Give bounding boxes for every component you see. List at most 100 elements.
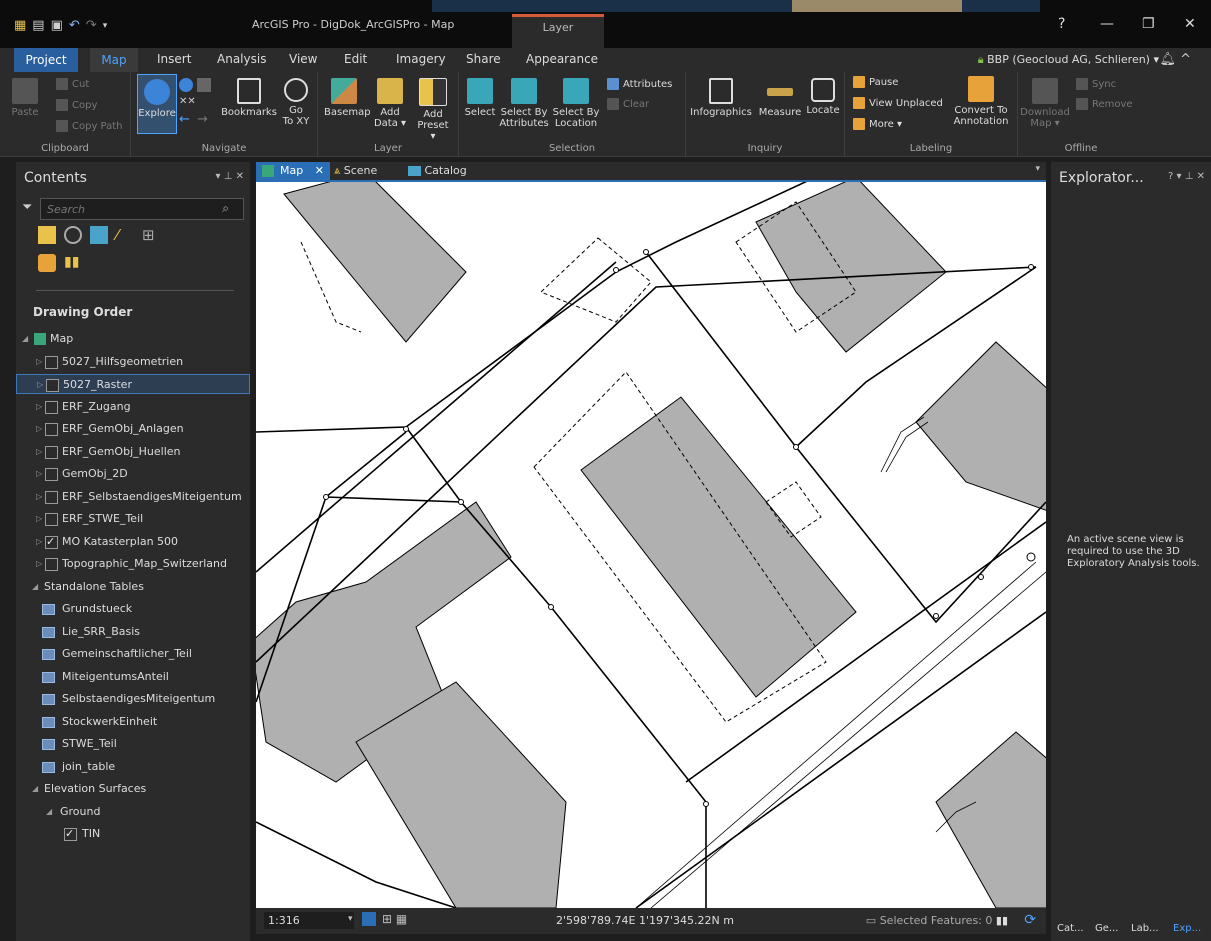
navigator-icon[interactable] — [362, 912, 376, 926]
measure-button[interactable]: Measure — [756, 78, 804, 118]
user-account[interactable]: 🔒︎ BBP (Geocloud AG, Schlieren) ▾ — [978, 53, 1159, 67]
boundary-point[interactable] — [793, 444, 799, 450]
table-item[interactable]: MiteigentumsAnteil — [16, 667, 250, 687]
map-node[interactable]: ◢ Map — [16, 329, 250, 349]
tab-insert[interactable]: Insert — [157, 52, 191, 66]
layer-visibility-checkbox[interactable] — [45, 400, 58, 414]
expand-icon[interactable]: ▷ — [37, 375, 43, 395]
map-canvas[interactable] — [256, 182, 1046, 908]
add-preset-button[interactable]: Add Preset ▾ — [414, 78, 452, 142]
building[interactable] — [915, 341, 1046, 512]
standalone-tables-node[interactable]: ◢ Standalone Tables — [16, 577, 250, 597]
full-extent-icon[interactable] — [179, 78, 193, 92]
help-button[interactable]: ? — [1058, 16, 1065, 32]
layer-item[interactable]: ▷ 5027_Hilfsgeometrien — [16, 352, 250, 372]
boundary-point[interactable] — [323, 494, 329, 500]
next-extent-icon[interactable]: → — [197, 112, 208, 127]
tab-labeling-pane[interactable]: Lab... — [1131, 923, 1159, 934]
explore-button[interactable]: Explore — [137, 74, 177, 134]
building[interactable] — [935, 731, 1046, 908]
layer-visibility-checkbox[interactable] — [45, 532, 58, 552]
layer-item[interactable]: ▷ ERF_SelbstaendigesMiteigentum — [16, 487, 250, 507]
tab-project[interactable]: Project — [14, 48, 78, 72]
layer-item[interactable]: ▷ Topographic_Map_Switzerland — [16, 554, 250, 574]
table-item[interactable]: SelbstaendigesMiteigentum — [16, 689, 250, 709]
convert-to-annotation-button[interactable]: Convert To Annotation — [951, 76, 1011, 127]
table-item[interactable]: Lie_SRR_Basis — [16, 622, 250, 642]
download-map-button[interactable]: Download Map ▾ — [1020, 78, 1070, 129]
sync-button[interactable]: Sync — [1076, 78, 1116, 90]
go-to-xy-button[interactable]: Go To XY — [281, 78, 311, 127]
layer-item[interactable]: ▷ ERF_GemObj_Huellen — [16, 442, 250, 462]
basemap-button[interactable]: Basemap — [324, 78, 371, 118]
layer-item[interactable]: ▷ MO Katasterplan 500 — [16, 532, 250, 552]
filter-icon[interactable]: ⏷ — [22, 200, 32, 215]
zoom-in-out-icon[interactable]: ✕✕ — [179, 96, 196, 107]
list-by-drawing-order-icon[interactable] — [38, 226, 56, 244]
expand-icon[interactable]: ▷ — [36, 509, 42, 529]
contents-panel-controls[interactable]: ▾ ⊥ ✕ — [216, 171, 244, 182]
close-map-tab-icon[interactable]: ✕ — [315, 164, 324, 177]
layer-visibility-checkbox[interactable] — [46, 379, 59, 392]
collapse-icon[interactable]: ◢ — [22, 329, 28, 349]
bookmarks-button[interactable]: Bookmarks — [221, 78, 277, 118]
copy-path-button[interactable]: Copy Path — [56, 120, 123, 132]
expand-icon[interactable]: ▷ — [36, 352, 42, 372]
tin-visibility-checkbox[interactable] — [64, 824, 77, 844]
building[interactable] — [283, 182, 467, 343]
add-data-button[interactable]: Add Data ▾ — [372, 78, 408, 129]
list-by-labeling-icon[interactable] — [38, 254, 56, 272]
scale-dropdown-icon[interactable]: ▾ — [348, 914, 353, 924]
select-by-attributes-button[interactable]: Select By Attributes — [499, 78, 549, 129]
table-item[interactable]: Grundstueck — [16, 599, 250, 619]
select-button[interactable]: Select — [463, 78, 497, 118]
expand-icon[interactable]: ▷ — [36, 554, 42, 574]
building[interactable] — [580, 396, 857, 698]
cadastral-map[interactable] — [256, 182, 1046, 908]
list-by-editing-icon[interactable]: ⁄ — [116, 226, 134, 244]
save-project-icon[interactable]: ▣ — [51, 18, 63, 33]
fixed-zoom-icon[interactable] — [197, 78, 211, 92]
expand-icon[interactable]: ▷ — [36, 397, 42, 417]
list-by-selection-icon[interactable] — [90, 226, 108, 244]
pause-drawing-icon[interactable]: ▮▮ — [996, 914, 1008, 927]
notifications-bell-icon[interactable]: 🔔︎ ^ — [1159, 52, 1191, 67]
tab-view[interactable]: View — [289, 52, 317, 66]
collapse-icon[interactable]: ◢ — [46, 802, 52, 822]
tab-exploratory-pane[interactable]: Exp... — [1173, 923, 1201, 934]
paste-button[interactable]: Paste — [10, 78, 40, 118]
list-by-snapping-icon[interactable]: ⊞ — [142, 226, 160, 244]
scale-selector[interactable]: 1:316 — [264, 912, 354, 929]
boundary-point[interactable] — [613, 267, 619, 273]
expand-icon[interactable]: ▷ — [36, 532, 42, 552]
new-project-icon[interactable]: ▦ — [14, 18, 26, 33]
undo-icon[interactable]: ↶ — [69, 18, 80, 33]
locate-button[interactable]: Locate — [804, 78, 842, 116]
customize-toolbar-icon[interactable]: ▾ — [103, 21, 108, 31]
expand-icon[interactable]: ▷ — [36, 442, 42, 462]
expand-icon[interactable]: ▷ — [36, 419, 42, 439]
select-by-location-button[interactable]: Select By Location — [551, 78, 601, 129]
tab-scene-view[interactable]: ⩓ Scene — [334, 162, 377, 180]
restore-button[interactable]: ❐ — [1142, 16, 1155, 32]
boundary-point[interactable] — [458, 499, 464, 505]
remove-button[interactable]: Remove — [1076, 98, 1133, 110]
list-by-data-source-icon[interactable] — [64, 226, 82, 244]
boundary-point[interactable] — [978, 574, 984, 580]
layer-visibility-checkbox[interactable] — [45, 558, 58, 571]
attributes-button[interactable]: Attributes — [607, 78, 672, 90]
building[interactable] — [755, 182, 947, 353]
infographics-button[interactable]: Infographics — [688, 78, 754, 118]
redo-icon[interactable]: ↷ — [86, 18, 97, 33]
tab-analysis[interactable]: Analysis — [217, 52, 266, 66]
expand-icon[interactable]: ▷ — [36, 464, 42, 484]
view-unplaced-button[interactable]: View Unplaced — [853, 97, 943, 109]
tab-imagery[interactable]: Imagery — [396, 52, 446, 66]
expand-icon[interactable]: ▷ — [36, 487, 42, 507]
table-item[interactable]: Gemeinschaftlicher_Teil — [16, 644, 250, 664]
boundary-point[interactable] — [703, 801, 709, 807]
table-item[interactable]: StockwerkEinheit — [16, 712, 250, 732]
search-icon[interactable]: ⌕ — [222, 201, 229, 216]
boundary-point[interactable] — [403, 426, 409, 432]
layer-item[interactable]: ▷ ERF_GemObj_Anlagen — [16, 419, 250, 439]
